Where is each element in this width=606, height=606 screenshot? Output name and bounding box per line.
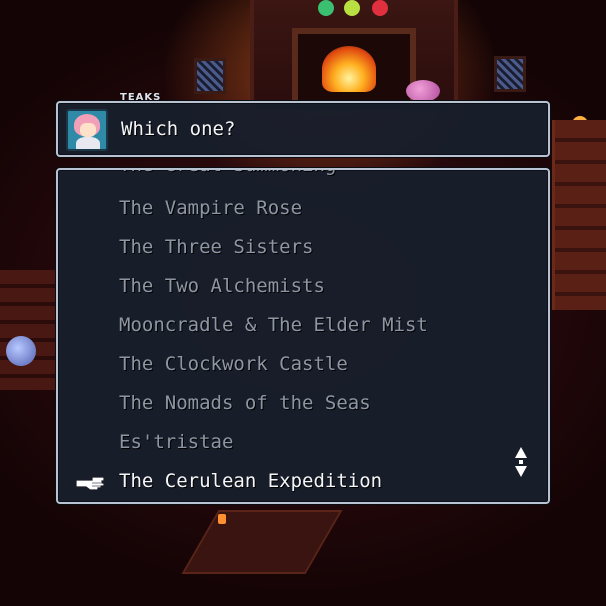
choice-label: The Nomads of the Seas: [119, 392, 371, 414]
choice-item[interactable]: The Nomads of the Seas: [58, 384, 548, 423]
crystal-ball: [6, 336, 36, 366]
scroll-up-down-icon[interactable]: [514, 446, 528, 478]
choice-label: The Great Summoning: [119, 170, 336, 176]
choice-item[interactable]: The Three Sisters: [58, 228, 548, 267]
table: [181, 510, 343, 574]
choice-item[interactable]: The Two Alchemists: [58, 267, 548, 306]
flower-pot: [406, 80, 440, 102]
potion-red: [372, 0, 388, 16]
potion-lime: [344, 0, 360, 16]
dialog-prompt: Which one?: [121, 118, 236, 140]
teaks-portrait: [66, 109, 108, 151]
choice-item-selected[interactable]: The Cerulean Expedition: [58, 462, 548, 501]
choice-item[interactable]: The Clockwork Castle: [58, 345, 548, 384]
choice-item[interactable]: The Vampire Rose: [58, 189, 548, 228]
pointing-hand-icon: [75, 476, 105, 491]
choice-list: The Great Summoning The Vampire Rose The…: [58, 170, 548, 501]
dialog-box: Which one?: [56, 101, 550, 157]
choice-label: The Clockwork Castle: [119, 353, 348, 375]
choice-label: Mooncradle & The Elder Mist: [119, 314, 428, 336]
window-left: [194, 58, 226, 94]
window-right: [494, 56, 526, 92]
choice-label: The Vampire Rose: [119, 197, 303, 219]
shelf-left: [0, 270, 56, 390]
choice-item[interactable]: The Great Summoning: [58, 170, 548, 189]
fire: [322, 46, 376, 92]
shelf-right: [552, 120, 606, 310]
lamp: [218, 514, 226, 524]
choice-item[interactable]: Mooncradle & The Elder Mist: [58, 306, 548, 345]
choice-label: The Three Sisters: [119, 236, 314, 258]
potion-green: [318, 0, 334, 16]
choice-label: The Two Alchemists: [119, 275, 325, 297]
choice-label: Es'tristae: [119, 431, 234, 453]
choice-label: The Cerulean Expedition: [119, 470, 383, 492]
choice-list-panel[interactable]: The Great Summoning The Vampire Rose The…: [56, 168, 550, 504]
choice-item[interactable]: Es'tristae: [58, 423, 548, 462]
